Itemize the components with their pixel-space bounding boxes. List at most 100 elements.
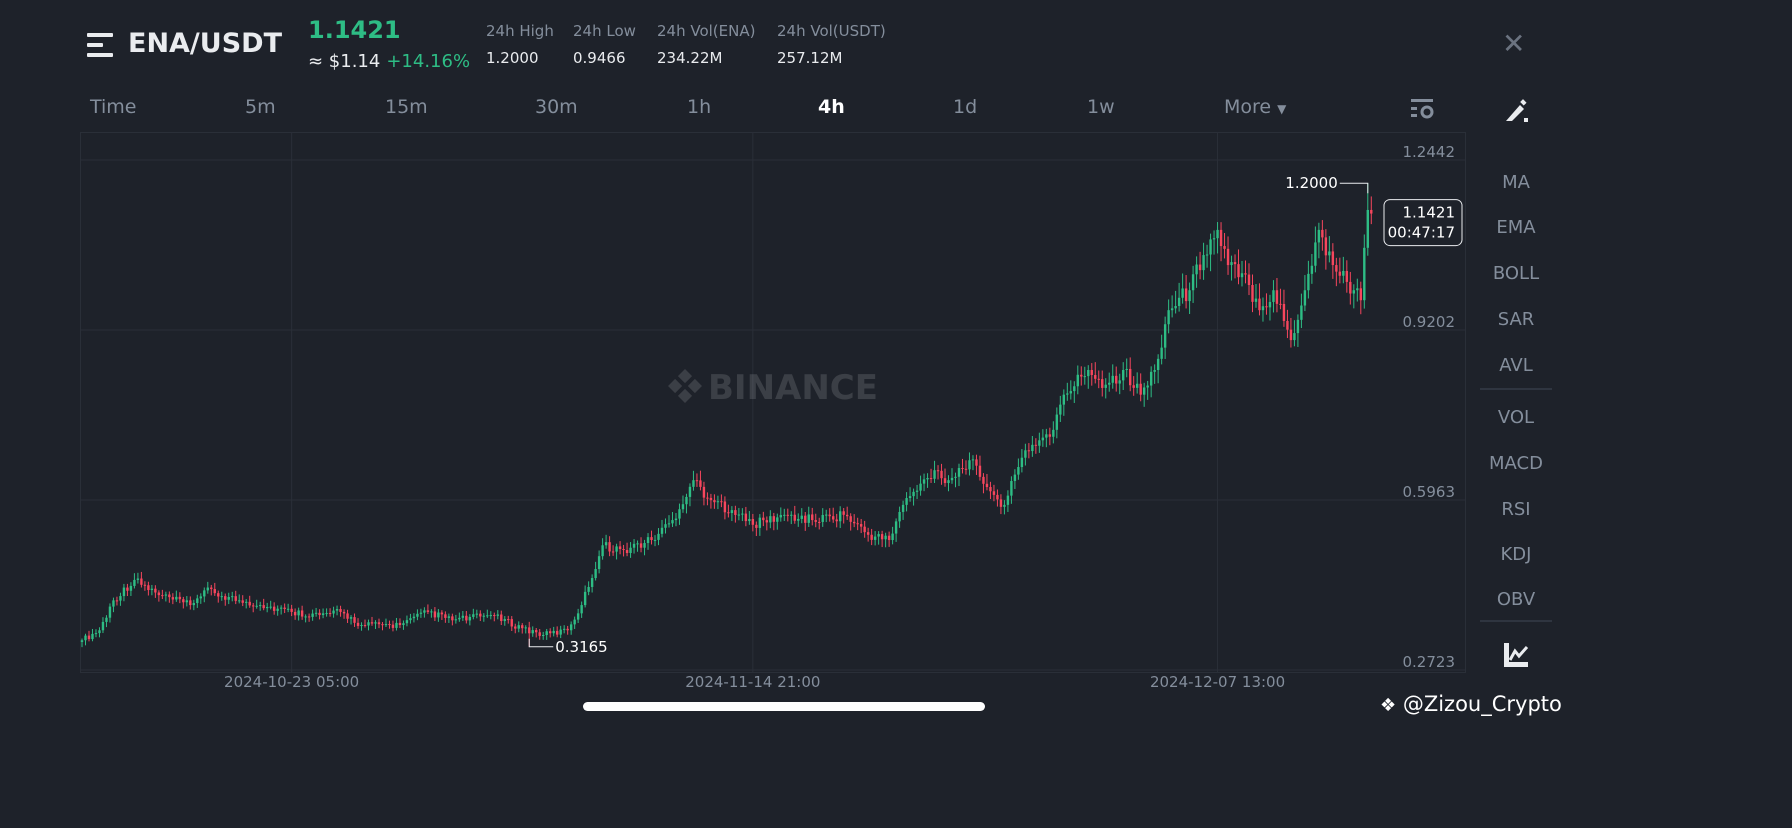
tab-time[interactable]: Time — [90, 96, 137, 118]
candle — [636, 540, 639, 552]
menu-icon[interactable] — [87, 33, 115, 57]
candle — [1272, 280, 1275, 313]
candle — [412, 613, 416, 623]
candle — [1146, 380, 1149, 400]
candle — [1268, 294, 1272, 321]
candle — [101, 617, 105, 634]
candle — [311, 609, 314, 621]
candle — [1111, 364, 1114, 389]
tab-4h[interactable]: 4h — [818, 96, 845, 118]
candle — [751, 513, 755, 532]
indicator-kdj[interactable]: KDJ — [1478, 544, 1554, 566]
candle — [643, 539, 646, 556]
candle — [245, 599, 248, 609]
candle — [1156, 354, 1160, 384]
candle — [639, 537, 643, 553]
tab-more[interactable]: More ▼ — [1224, 96, 1286, 118]
candle — [1163, 316, 1167, 359]
candle — [901, 500, 905, 520]
candle — [898, 506, 901, 528]
candle — [328, 608, 332, 617]
candle — [1080, 366, 1083, 386]
candle — [1209, 233, 1212, 272]
indicator-boll[interactable]: BOLL — [1478, 263, 1554, 285]
candle — [968, 452, 971, 476]
candle — [832, 507, 835, 523]
caret-down-icon: ▼ — [1277, 102, 1287, 116]
close-icon[interactable]: ✕ — [1502, 30, 1525, 58]
candle — [674, 513, 678, 527]
candle — [1310, 253, 1314, 284]
candle — [388, 620, 391, 629]
candle — [524, 625, 527, 634]
indicator-rsi[interactable]: RSI — [1478, 499, 1554, 521]
indicator-macd[interactable]: MACD — [1478, 453, 1554, 475]
candle — [866, 527, 870, 542]
candle — [562, 625, 566, 634]
candle — [996, 489, 999, 507]
candle — [444, 611, 447, 623]
candle — [884, 532, 887, 548]
candle — [1282, 289, 1286, 327]
candle — [566, 625, 569, 635]
candle — [433, 607, 437, 622]
candle — [507, 615, 510, 624]
candle — [342, 609, 346, 619]
candle — [933, 460, 936, 483]
indicator-ema[interactable]: EMA — [1478, 217, 1554, 239]
chart-settings-icon[interactable] — [1411, 98, 1435, 120]
tab-1h[interactable]: 1h — [687, 96, 711, 118]
candle — [1034, 438, 1038, 454]
candle — [737, 507, 741, 521]
candle — [664, 518, 667, 534]
candle — [1031, 436, 1034, 457]
tab-1w[interactable]: 1w — [1087, 96, 1115, 118]
tab-30m[interactable]: 30m — [535, 96, 578, 118]
candle — [1338, 257, 1342, 284]
candle — [667, 515, 671, 528]
candle — [461, 611, 465, 621]
candle — [646, 533, 650, 550]
candle — [758, 514, 762, 536]
candle — [1177, 282, 1181, 312]
candle — [1237, 249, 1240, 285]
candle — [182, 596, 185, 609]
candle — [255, 599, 258, 609]
candle — [339, 605, 342, 617]
candle — [870, 528, 873, 546]
tab-15m[interactable]: 15m — [385, 96, 428, 118]
tab-1d[interactable]: 1d — [953, 96, 977, 118]
indicator-ma[interactable]: MA — [1478, 172, 1554, 194]
candle — [126, 583, 129, 597]
candle — [1230, 255, 1233, 281]
chart-type-icon[interactable] — [1502, 641, 1530, 669]
candle — [203, 587, 206, 603]
indicator-sar[interactable]: SAR — [1478, 309, 1554, 331]
candle — [709, 493, 713, 509]
candle — [1038, 432, 1041, 453]
candle — [1244, 260, 1247, 284]
candle — [699, 470, 702, 491]
indicator-obv[interactable]: OBV — [1478, 589, 1554, 611]
pair-title[interactable]: ENA/USDT — [128, 28, 282, 59]
candle — [374, 620, 377, 629]
home-indicator[interactable] — [583, 702, 985, 711]
candle — [905, 492, 908, 512]
candle — [744, 506, 748, 527]
candlestick-chart[interactable]: BINANCE 1.2442 0.9202 0.5963 0.2723 2024-10-… — [80, 132, 1472, 694]
draw-tool-icon[interactable] — [1502, 97, 1530, 125]
tab-5m[interactable]: 5m — [245, 96, 276, 118]
candle — [1363, 234, 1366, 309]
candle — [706, 492, 709, 506]
indicator-vol[interactable]: VOL — [1478, 407, 1554, 429]
candle — [821, 508, 824, 527]
indicator-avl[interactable]: AVL — [1478, 355, 1554, 377]
candle — [248, 595, 251, 608]
stat-label: 24h Vol(USDT) — [777, 22, 886, 40]
more-label: More — [1224, 96, 1272, 118]
candle — [772, 512, 776, 531]
candle — [105, 615, 108, 628]
candle — [569, 621, 573, 635]
candle — [1258, 283, 1261, 316]
candle — [297, 607, 300, 621]
